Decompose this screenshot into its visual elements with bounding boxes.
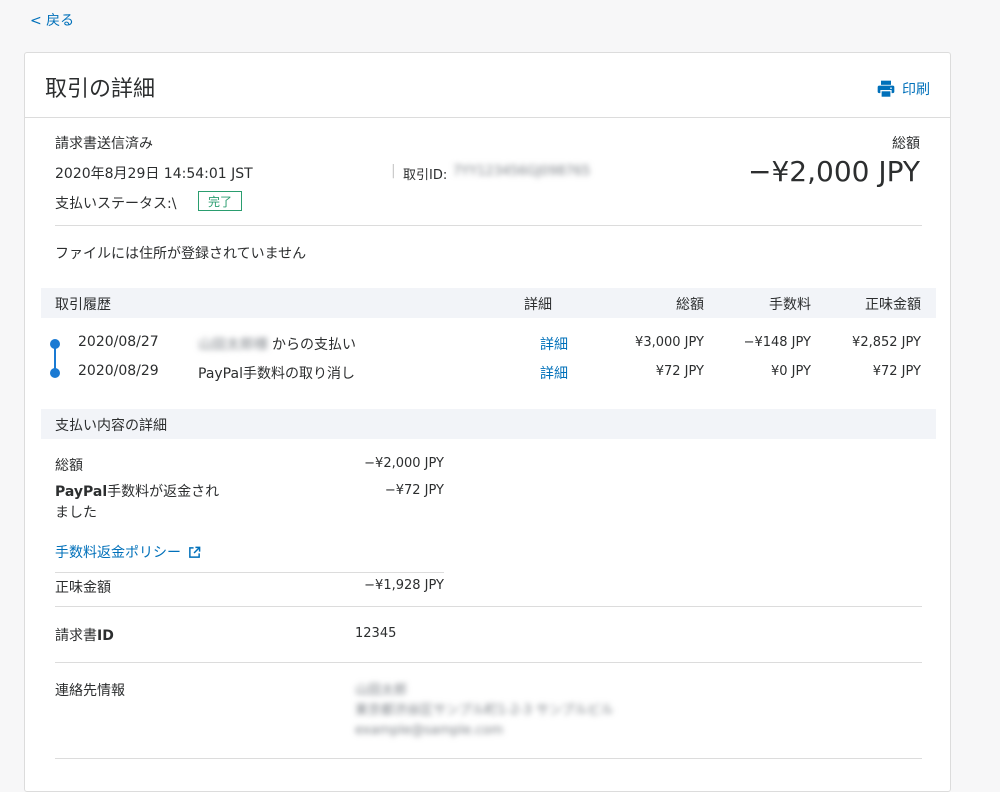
row-date: 2020/08/27: [78, 334, 159, 350]
row-net: ¥2,852 JPY: [852, 335, 921, 350]
address-note: ファイルには住所が登録されていません: [55, 246, 307, 262]
pd-total-label: 総額: [55, 458, 83, 474]
contact-address: 東京都渋谷区サンプル町1-2-3 サンプルビル: [355, 703, 614, 718]
external-link-icon: [189, 546, 201, 558]
row-date: 2020/08/29: [78, 363, 159, 379]
col-fee: 手数料: [769, 297, 811, 313]
printer-icon: [877, 80, 895, 98]
invoice-id-prefix: 請求書: [55, 628, 97, 644]
contact-info-label: 連絡先情報: [55, 683, 125, 699]
row-gross: ¥72 JPY: [655, 364, 704, 379]
row-description: からの支払い: [272, 337, 356, 353]
invoice-id-bold: ID: [97, 628, 114, 644]
id-divider: |: [391, 163, 396, 179]
row-description: PayPal手数料の取り消し: [198, 366, 355, 382]
payment-details-header: 支払い内容の詳細: [41, 409, 936, 439]
row-fee: ¥0 JPY: [770, 364, 811, 379]
invoice-status: 請求書送信済み: [55, 136, 153, 152]
row-fee: −¥148 JPY: [743, 335, 811, 350]
pd-refund-value: −¥72 JPY: [384, 483, 444, 498]
pd-refund-label: PayPal手数料が返金され ました: [55, 482, 245, 524]
col-gross: 総額: [676, 297, 704, 313]
invoice-id-value: 12345: [355, 626, 397, 641]
divider: [55, 572, 444, 573]
contact-name: 山田太郎: [355, 683, 408, 698]
print-label: 印刷: [902, 82, 930, 98]
row-details-link[interactable]: 詳細: [540, 334, 568, 354]
print-button[interactable]: 印刷: [876, 79, 930, 99]
card-header: 取引の詳細 印刷: [25, 53, 950, 118]
history-header: 取引履歴 詳細 総額 手数料 正味金額: [41, 288, 936, 318]
policy-link-text: 手数料返金ポリシー: [55, 545, 181, 561]
pd-net-label: 正味金額: [55, 580, 111, 596]
divider: [55, 606, 922, 607]
timeline-dot: [50, 339, 60, 349]
contact-info-value: 山田太郎 東京都渋谷区サンプル町1-2-3 サンプルビル example@sam…: [355, 681, 614, 741]
total-label: 総額: [892, 136, 920, 152]
transaction-datetime: 2020年8月29日 14:54:01 JST: [55, 166, 253, 182]
row-details-link[interactable]: 詳細: [540, 363, 568, 383]
pd-total-value: −¥2,000 JPY: [364, 456, 444, 471]
payment-details-title: 支払い内容の詳細: [55, 418, 167, 434]
timeline-dot: [50, 368, 60, 378]
total-amount: −¥2,000 JPY: [748, 155, 920, 188]
transaction-id-label: 取引ID:: [403, 168, 448, 183]
row-net: ¥72 JPY: [872, 364, 921, 379]
pd-refund-line2: ました: [55, 505, 97, 521]
col-details: 詳細: [524, 297, 552, 313]
divider: [55, 225, 922, 226]
pd-refund-bold: PayPal: [55, 484, 108, 500]
contact-email: example@sample.com: [355, 723, 504, 738]
transaction-card: 取引の詳細 印刷 請求書送信済み 2020年8月29日 14:54:01 JST…: [24, 52, 951, 792]
invoice-id-label: 請求書ID: [55, 625, 114, 645]
back-link[interactable]: < 戻る: [30, 10, 74, 30]
row-gross: ¥3,000 JPY: [635, 335, 704, 350]
status-badge: 完了: [198, 191, 242, 211]
payment-status-label: 支払いステータス:\: [55, 196, 177, 212]
transaction-id-value: 7YY123456GJ098765: [453, 164, 591, 179]
divider: [55, 758, 922, 759]
row-payer-name: 山田太郎様: [198, 337, 268, 353]
pd-refund-line1: 手数料が返金され: [107, 484, 220, 500]
col-net: 正味金額: [865, 297, 921, 313]
divider: [55, 662, 922, 663]
pd-net-value: −¥1,928 JPY: [364, 578, 444, 593]
history-title: 取引履歴: [55, 297, 111, 313]
fee-refund-policy-link[interactable]: 手数料返金ポリシー: [55, 542, 201, 562]
page-title: 取引の詳細: [45, 77, 156, 102]
